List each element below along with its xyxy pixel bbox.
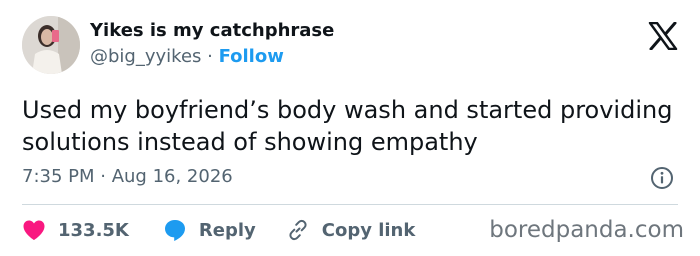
user-handle[interactable]: @big_yyikes [90, 46, 201, 67]
x-logo-icon[interactable] [648, 22, 678, 50]
copy-link-button[interactable]: Copy link [286, 218, 416, 242]
tweet-date: Aug 16, 2026 [111, 166, 233, 187]
author-block: Yikes is my catchphrase @big_yyikes · Fo… [90, 22, 334, 66]
copy-link-label: Copy link [321, 219, 416, 241]
like-count: 133.5K [58, 219, 129, 241]
link-icon [289, 219, 307, 241]
reply-label: Reply [198, 219, 256, 241]
watermark: boredpanda.com [489, 217, 684, 243]
reply-button[interactable]: Reply [163, 218, 256, 242]
action-bar: 133.5K Reply Copy link [22, 216, 415, 244]
heart-icon [23, 220, 45, 240]
avatar[interactable] [22, 16, 80, 74]
avatar-photo [22, 16, 80, 74]
follow-link[interactable]: Follow [219, 46, 284, 67]
like-button[interactable]: 133.5K [22, 219, 129, 241]
tweet-time: 7:35 PM [22, 166, 95, 187]
divider [22, 204, 678, 205]
handle-row: @big_yyikes · Follow [90, 48, 334, 66]
display-name[interactable]: Yikes is my catchphrase [90, 22, 334, 40]
info-icon[interactable] [650, 166, 674, 190]
timestamp-separator: · [94, 166, 112, 187]
speech-bubble-icon [164, 220, 185, 241]
handle-separator: · [201, 46, 219, 67]
tweet-text: Used my boyfriend’s body wash and starte… [22, 96, 673, 156]
tweet-timestamp[interactable]: 7:35 PM · Aug 16, 2026 [22, 166, 233, 187]
